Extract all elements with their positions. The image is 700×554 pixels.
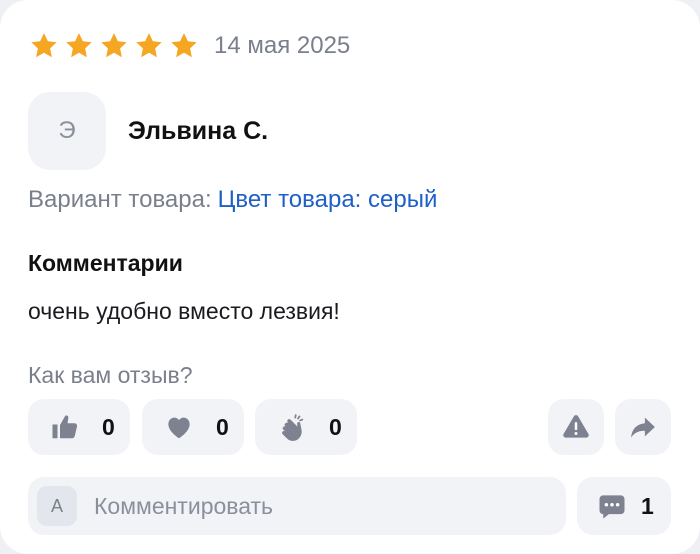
product-variant: Вариант товара: Цвет товара: серый <box>28 186 437 214</box>
like-count: 0 <box>102 413 115 440</box>
heart-button[interactable]: 0 <box>142 399 244 455</box>
star-icon <box>171 33 197 58</box>
author-name[interactable]: Эльвина С. <box>128 117 268 146</box>
comment-bubble-icon <box>597 491 627 521</box>
report-button[interactable] <box>548 399 604 455</box>
star-icon <box>66 33 92 58</box>
avatar[interactable]: Э <box>28 92 106 170</box>
thumbs-up-icon <box>50 412 80 442</box>
comment-input-placeholder: Комментировать <box>94 492 274 519</box>
applause-count: 0 <box>329 413 342 440</box>
rating-row: 14 мая 2025 <box>28 30 350 62</box>
heart-icon <box>164 412 194 442</box>
star-rating <box>28 30 200 62</box>
comments-button[interactable]: 1 <box>577 477 671 535</box>
star-icon <box>101 33 127 58</box>
comment-text: очень удобно вместо лезвия! <box>28 298 340 324</box>
review-card: 14 мая 2025 Э Эльвина С. Вариант товара:… <box>0 0 700 554</box>
applause-button[interactable]: 0 <box>255 399 357 455</box>
warning-icon <box>561 412 591 442</box>
clapping-hands-icon <box>277 412 307 442</box>
variant-value-link[interactable]: Цвет товара: серый <box>218 186 438 213</box>
share-button[interactable] <box>615 399 671 455</box>
author-block: Э Эльвина С. <box>28 92 268 170</box>
feedback-prompt: Как вам отзыв? <box>28 362 193 388</box>
comment-heading: Комментарии <box>28 250 183 276</box>
input-avatar: А <box>37 486 77 526</box>
like-button[interactable]: 0 <box>28 399 130 455</box>
review-date: 14 мая 2025 <box>214 32 351 59</box>
comment-input[interactable]: А Комментировать <box>28 477 566 535</box>
variant-label: Вариант товара: <box>28 186 212 213</box>
heart-count: 0 <box>216 413 229 440</box>
star-icon <box>31 33 57 58</box>
star-icon <box>136 33 162 58</box>
comments-count: 1 <box>641 492 654 519</box>
share-arrow-icon <box>628 412 658 442</box>
